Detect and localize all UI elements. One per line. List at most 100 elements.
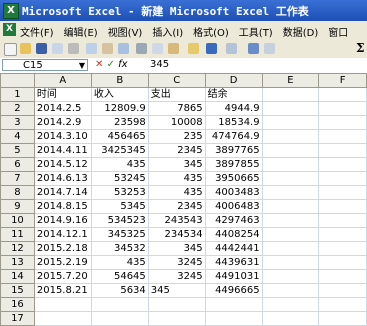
research-icon[interactable] [118,43,129,54]
cell-b[interactable]: 34532 [90,241,149,256]
cell-d[interactable]: 4496665 [204,283,263,298]
enter-icon[interactable]: ✓ [107,59,115,70]
cell-b[interactable]: 12809.9 [90,101,149,116]
cell-b[interactable]: 456465 [90,129,149,144]
cell-e[interactable] [261,227,320,242]
undo-icon[interactable] [206,43,217,54]
cell-e[interactable] [261,185,320,200]
cell-c[interactable]: 2345 [147,199,206,214]
chevron-down-icon[interactable]: ▼ [79,60,85,71]
cell-e[interactable] [261,157,320,172]
cell-d[interactable]: 4297463 [204,213,263,228]
column-header[interactable]: D [204,73,263,88]
cell-c[interactable]: 345 [147,241,206,256]
row-header[interactable]: 16 [0,297,35,312]
cell-c[interactable] [147,311,206,326]
cell-a[interactable]: 2015.7.20 [33,269,92,284]
row-header[interactable]: 2 [0,101,35,116]
workbook-icon[interactable]: X [3,23,16,36]
row-header[interactable]: 15 [0,283,35,298]
cell-e[interactable] [261,311,320,326]
cell-c[interactable]: 345 [147,283,206,298]
cell-f[interactable] [318,129,367,144]
cell-f[interactable] [318,283,367,298]
cell-d[interactable] [204,297,263,312]
cell-c[interactable]: 345 [147,157,206,172]
cell-d[interactable]: 3897765 [204,143,263,158]
cell-b[interactable]: 23598 [90,115,149,130]
cell-f[interactable] [318,87,367,102]
column-header[interactable]: B [90,73,149,88]
cell-f[interactable] [318,157,367,172]
cell-b[interactable]: 5634 [90,283,149,298]
cell-d[interactable]: 4408254 [204,227,263,242]
cell-e[interactable] [261,129,320,144]
cell-f[interactable] [318,213,367,228]
cell-c[interactable] [147,297,206,312]
cell-c[interactable]: 435 [147,185,206,200]
column-header[interactable]: C [147,73,206,88]
cell-c[interactable]: 234534 [147,227,206,242]
cell-a[interactable]: 2015.8.21 [33,283,92,298]
cell-e[interactable] [261,115,320,130]
cell-a[interactable] [33,297,92,312]
cell-d[interactable]: 474764.9 [204,129,263,144]
cell-e[interactable] [261,241,320,256]
formula-input[interactable]: 345 [150,59,169,70]
spelling-icon[interactable] [102,43,113,54]
row-header[interactable]: 5 [0,143,35,158]
autosum-icon[interactable]: Σ [356,41,364,55]
cell-a[interactable]: 2014.3.10 [33,129,92,144]
insert-function-icon[interactable]: fx [118,59,127,70]
row-header[interactable]: 10 [0,213,35,228]
cell-e[interactable] [261,101,320,116]
cell-a[interactable]: 2014.6.13 [33,171,92,186]
cell-d[interactable]: 4006483 [204,199,263,214]
cell-b[interactable]: 53253 [90,185,149,200]
menu-view[interactable]: 视图(V) [108,24,143,39]
cell-b[interactable]: 435 [90,255,149,270]
cell-d[interactable]: 4442441 [204,241,263,256]
cell-f[interactable] [318,101,367,116]
menu-edit[interactable]: 编辑(E) [64,24,98,39]
cell-d[interactable]: 3950665 [204,171,263,186]
cell-f[interactable] [318,227,367,242]
copy-icon[interactable] [152,43,163,54]
cell-f[interactable] [318,171,367,186]
cell-c[interactable]: 3245 [147,269,206,284]
print-preview-icon[interactable] [86,43,97,54]
row-header[interactable]: 1 [0,87,35,102]
column-header[interactable]: E [261,73,320,88]
cell-f[interactable] [318,199,367,214]
cell-d[interactable]: 18534.9 [204,115,263,130]
new-icon[interactable] [4,43,17,56]
cell-b[interactable]: 收入 [90,87,149,102]
row-header[interactable]: 4 [0,129,35,144]
cell-c[interactable]: 7865 [147,101,206,116]
cell-d[interactable]: 4944.9 [204,101,263,116]
cell-b[interactable]: 534523 [90,213,149,228]
menu-window[interactable]: 窗口 [328,24,348,39]
column-header[interactable]: A [33,73,92,88]
cell-a[interactable]: 2014.9.16 [33,213,92,228]
cell-a[interactable]: 2014.7.14 [33,185,92,200]
menu-file[interactable]: 文件(F) [20,24,54,39]
cell-f[interactable] [318,241,367,256]
cell-e[interactable] [261,255,320,270]
cell-e[interactable] [261,283,320,298]
row-header[interactable]: 9 [0,199,35,214]
name-box[interactable]: C15 ▼ [2,59,88,71]
cell-f[interactable] [318,311,367,326]
cell-b[interactable] [90,311,149,326]
menu-tools[interactable]: 工具(T) [239,24,273,39]
cell-b[interactable]: 345325 [90,227,149,242]
cell-c[interactable]: 2345 [147,143,206,158]
save-icon[interactable] [36,43,47,54]
open-icon[interactable] [20,43,31,54]
cell-c[interactable]: 235 [147,129,206,144]
cell-e[interactable] [261,297,320,312]
cell-a[interactable]: 2014.2.9 [33,115,92,130]
format-painter-icon[interactable] [188,43,199,54]
cell-b[interactable] [90,297,149,312]
cell-b[interactable]: 5345 [90,199,149,214]
